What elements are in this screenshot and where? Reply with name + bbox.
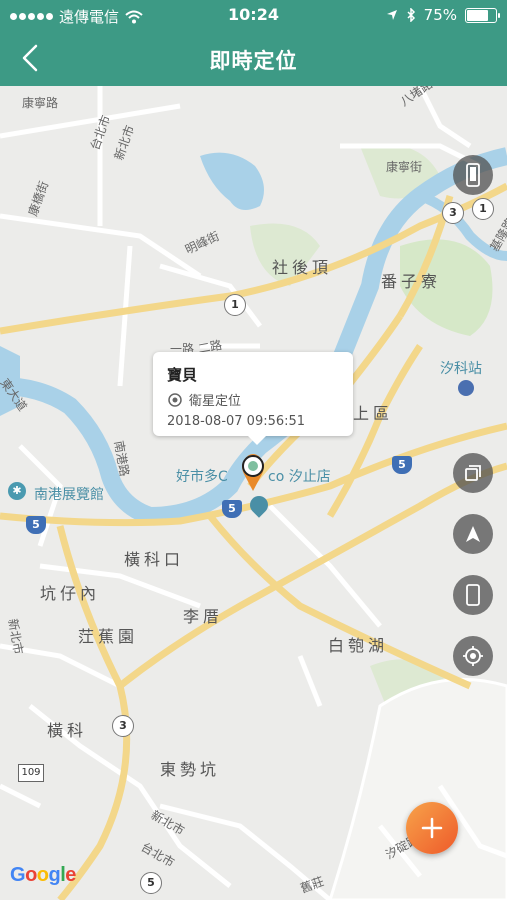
highway-shield: 5	[222, 500, 242, 518]
google-attribution[interactable]: Google	[10, 864, 76, 887]
add-icon	[421, 817, 443, 839]
map-label-area: 上區	[353, 404, 394, 423]
battery-percent: 75%	[423, 6, 457, 24]
map-label-area: 茳蕉園	[78, 627, 139, 646]
highway-shield: 5	[392, 456, 412, 474]
location-timestamp: 2018-08-07 09:56:51	[167, 414, 306, 429]
nav-bar: 即時定位	[0, 30, 507, 86]
add-button[interactable]	[406, 802, 458, 854]
map-label-street: 康寧街	[386, 160, 423, 174]
bluetooth-icon	[407, 8, 415, 22]
route-shield: 5	[140, 872, 162, 894]
route-shield: 3	[442, 202, 464, 224]
road-number: 109	[18, 764, 44, 782]
highway-shield: 5	[26, 516, 46, 534]
my-location-icon	[463, 646, 483, 666]
map-label-area: 坑仔內	[40, 584, 101, 603]
navigation-arrow-icon	[466, 526, 480, 542]
device-name: 寶貝	[167, 366, 198, 384]
map-label-poi: co 汐止店	[268, 469, 331, 485]
map-label-poi: 汐科站	[440, 361, 482, 377]
map-label-street: 康寧路	[22, 96, 59, 110]
route-shield: 3	[112, 715, 134, 737]
map-label-poi: 南港展覽館	[34, 487, 104, 503]
phone-toggle-icon	[466, 163, 480, 187]
map-label-area: 東勢坑	[160, 760, 221, 779]
navigation-button[interactable]	[453, 514, 493, 554]
location-arrow-icon	[386, 10, 397, 20]
map-label-area: 李厝	[183, 607, 224, 626]
layers-button[interactable]	[453, 453, 493, 493]
map-view[interactable]: 社後頂 番子寮 橫科口 坑仔內 茳蕉園 李厝 白匏湖 橫科 東勢坑 上區 康寧路…	[0, 86, 507, 900]
phone-toggle-button[interactable]	[453, 155, 493, 195]
location-type-row: 衛星定位	[167, 390, 241, 409]
route-shield: 1	[472, 198, 494, 220]
status-bar: 遠傳電信 10:24 75%	[0, 0, 507, 30]
child-location-marker[interactable]	[238, 452, 268, 492]
map-label-area: 橫科口	[124, 550, 185, 569]
battery-icon	[465, 7, 500, 23]
map-label-area: 社後頂	[272, 258, 333, 277]
location-type: 衛星定位	[189, 394, 242, 409]
map-label-area: 橫科	[47, 721, 88, 740]
satellite-target-icon	[168, 392, 182, 407]
device-button[interactable]	[453, 575, 493, 615]
map-label-poi: 好市多C	[176, 469, 228, 485]
train-station-icon	[458, 380, 474, 396]
route-shield: 1	[224, 294, 246, 316]
location-callout[interactable]: 寶貝 衛星定位 2018-08-07 09:56:51	[153, 352, 353, 445]
device-icon	[466, 584, 480, 606]
map-label-area: 白匏湖	[328, 636, 389, 655]
page-title: 即時定位	[209, 49, 298, 73]
layers-icon	[465, 465, 481, 481]
map-pin-icon	[242, 454, 264, 491]
exhibition-icon: ✱	[8, 482, 26, 500]
status-right: 75%	[386, 6, 500, 24]
my-location-button[interactable]	[453, 636, 493, 676]
map-label-area: 番子寮	[381, 272, 442, 291]
